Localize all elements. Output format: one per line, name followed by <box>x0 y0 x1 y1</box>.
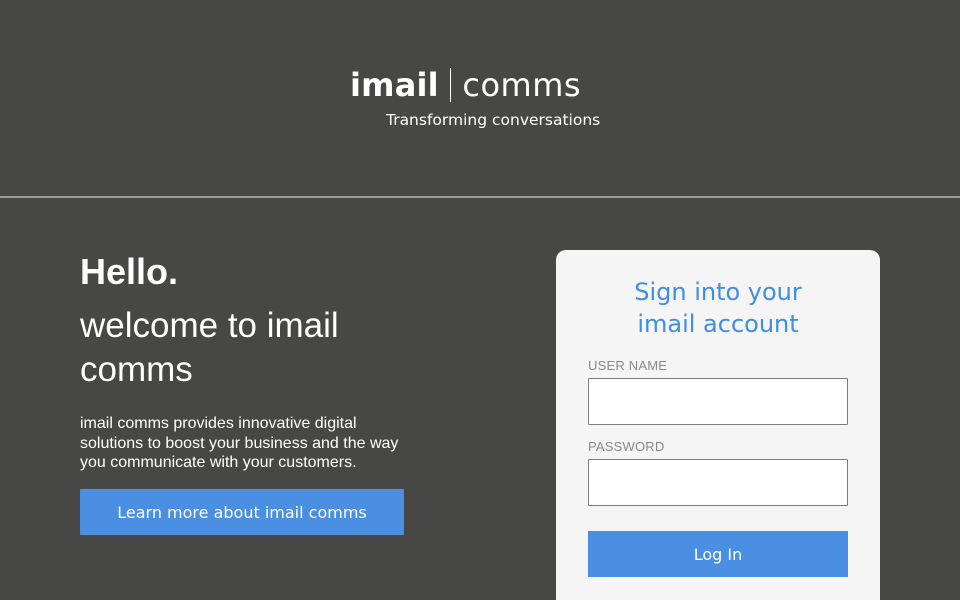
greeting-heading: Hello. <box>80 251 179 292</box>
username-label: USER NAME <box>588 358 668 373</box>
signin-title: Sign into your imail account <box>556 276 880 340</box>
intro-section: Hello. welcome to imail comms imail comm… <box>80 252 440 473</box>
login-button[interactable]: Log In <box>588 531 848 577</box>
brand-logo: imail comms <box>350 68 581 102</box>
brand-tagline: Transforming conversations <box>386 111 601 129</box>
username-input[interactable] <box>588 378 848 425</box>
password-input[interactable] <box>588 459 848 506</box>
login-page: imail comms Transforming conversations H… <box>0 0 960 600</box>
password-label: PASSWORD <box>588 439 665 454</box>
brand-name-light: comms <box>462 66 582 104</box>
header: imail comms Transforming conversations <box>0 0 960 198</box>
brand-name-bold: imail <box>350 66 439 104</box>
signin-card: Sign into your imail account USER NAME P… <box>556 250 880 600</box>
welcome-heading: welcome to imail comms <box>80 306 339 389</box>
brand-divider <box>449 68 452 102</box>
signin-title-line1: Sign into your <box>634 278 802 306</box>
intro-description: imail comms provides innovative digital … <box>80 415 399 471</box>
learn-more-button[interactable]: Learn more about imail comms <box>80 489 404 535</box>
signin-title-line2: imail account <box>637 310 799 338</box>
